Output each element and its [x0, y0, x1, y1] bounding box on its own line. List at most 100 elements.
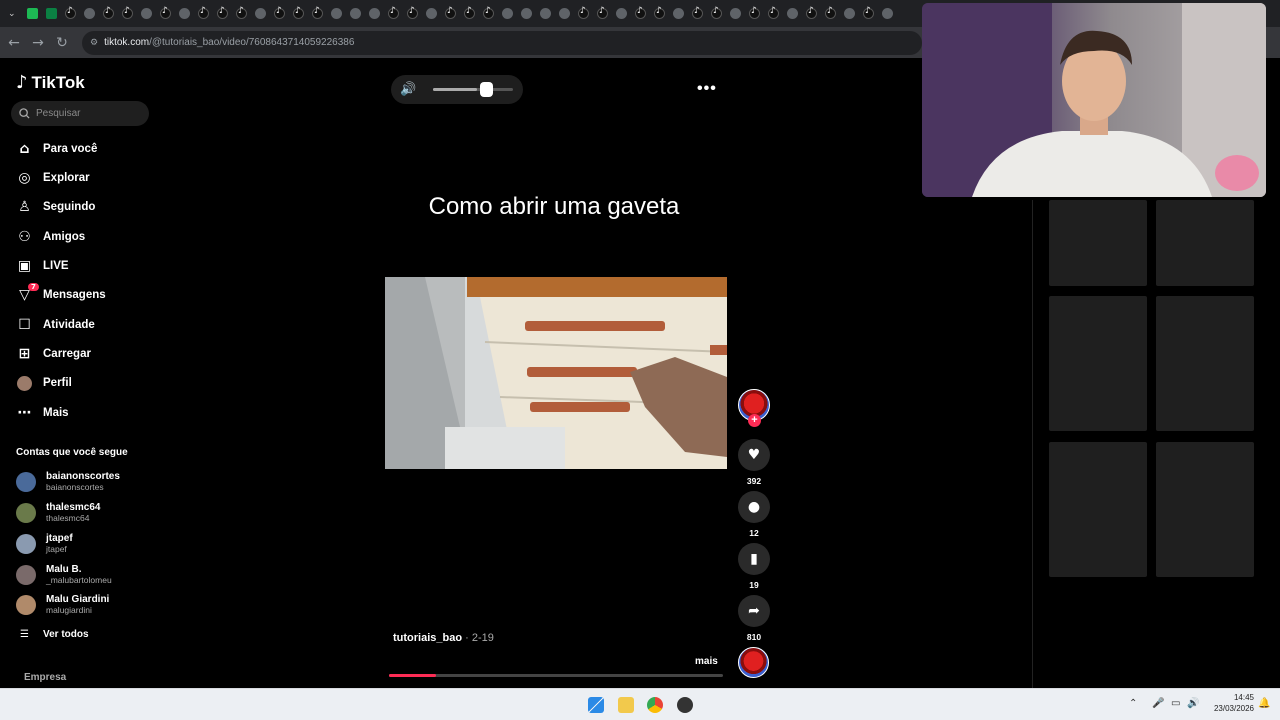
author-name[interactable]: tutoriais_bao: [393, 632, 462, 644]
tab-icon[interactable]: [137, 0, 156, 27]
sidebar-item-mais[interactable]: ⋯ Mais: [16, 402, 69, 424]
tab-icon[interactable]: [555, 0, 574, 27]
tab-icon[interactable]: [422, 0, 441, 27]
tab-icon[interactable]: [764, 0, 783, 27]
tab-icon[interactable]: [650, 0, 669, 27]
sidebar-item-perfil[interactable]: Perfil: [16, 372, 72, 394]
tab-icon[interactable]: [23, 0, 42, 27]
following-account[interactable]: jtapef jtapef: [16, 533, 73, 554]
tab-icon[interactable]: [194, 0, 213, 27]
tab-icon[interactable]: [859, 0, 878, 27]
share-button[interactable]: ➦ 810: [738, 595, 770, 642]
tab-icon[interactable]: [631, 0, 650, 27]
address-bar[interactable]: ⚙ tiktok.com/@tutoriais_bao/video/760864…: [82, 30, 922, 55]
see-all-link[interactable]: ☰ Ver todos: [20, 629, 89, 640]
tab-icon[interactable]: [327, 0, 346, 27]
sidebar-item-atividade[interactable]: ☐ Atividade: [16, 314, 95, 336]
related-video-tile[interactable]: [1049, 442, 1147, 577]
tab-icon[interactable]: [80, 0, 99, 27]
tab-icon[interactable]: [156, 0, 175, 27]
tray-chevron-up-icon[interactable]: ⌃: [1129, 698, 1137, 709]
search-input[interactable]: Pesquisar: [11, 101, 149, 126]
tab-icon[interactable]: [878, 0, 897, 27]
sound-disc-avatar[interactable]: [738, 647, 769, 678]
like-button[interactable]: ♥ 392: [738, 439, 770, 486]
tab-icon[interactable]: [232, 0, 251, 27]
volume-tray-icon[interactable]: 🔊: [1187, 698, 1199, 709]
following-account[interactable]: baianonscortes baianonscortes: [16, 471, 120, 492]
tab-icon[interactable]: [42, 0, 61, 27]
save-button[interactable]: ▮ 19: [738, 543, 770, 590]
following-account[interactable]: Malu Giardini malugiardini: [16, 594, 109, 615]
tab-icon[interactable]: [270, 0, 289, 27]
tab-icon[interactable]: [612, 0, 631, 27]
following-account[interactable]: thalesmc64 thalesmc64: [16, 502, 100, 523]
tiktok-logo[interactable]: ♪ TikTok: [16, 72, 85, 93]
obs-icon[interactable]: [677, 697, 693, 713]
tab-icon[interactable]: [289, 0, 308, 27]
tab-icon[interactable]: [61, 0, 80, 27]
chrome-icon[interactable]: [647, 697, 663, 713]
file-explorer-icon[interactable]: [618, 697, 634, 713]
tab-icon[interactable]: [688, 0, 707, 27]
reload-icon[interactable]: ↻: [50, 31, 74, 55]
related-video-tile[interactable]: [1049, 200, 1147, 286]
tab-icon[interactable]: [118, 0, 137, 27]
tab-icon[interactable]: [308, 0, 327, 27]
tab-icon[interactable]: [99, 0, 118, 27]
video-frame[interactable]: [385, 277, 727, 469]
related-video-tile[interactable]: [1156, 296, 1254, 431]
tab-icon[interactable]: [536, 0, 555, 27]
speaker-icon[interactable]: 🔊: [400, 82, 416, 97]
tab-icon[interactable]: [251, 0, 270, 27]
more-caption-link[interactable]: mais: [695, 656, 718, 667]
volume-slider[interactable]: [433, 88, 513, 91]
microphone-icon[interactable]: 🎤: [1152, 698, 1164, 709]
tab-list-chevron-icon[interactable]: ⌄: [4, 0, 23, 27]
network-icon[interactable]: ▭: [1171, 698, 1180, 709]
tab-icon[interactable]: [821, 0, 840, 27]
tab-icon[interactable]: [384, 0, 403, 27]
related-video-tile[interactable]: [1156, 200, 1254, 286]
tab-icon[interactable]: [783, 0, 802, 27]
site-info-icon[interactable]: ⚙: [90, 38, 98, 48]
tab-icon[interactable]: [213, 0, 232, 27]
sidebar-item-mensagens[interactable]: ▽ 7 Mensagens: [16, 282, 106, 306]
tab-icon[interactable]: [707, 0, 726, 27]
tab-icon[interactable]: [745, 0, 764, 27]
video-author[interactable]: tutoriais_bao · 2-19: [393, 632, 494, 644]
related-video-tile[interactable]: [1156, 442, 1254, 577]
tab-icon[interactable]: [840, 0, 859, 27]
tab-icon[interactable]: [403, 0, 422, 27]
tab-icon[interactable]: [175, 0, 194, 27]
tab-icon[interactable]: [517, 0, 536, 27]
tab-icon[interactable]: [479, 0, 498, 27]
volume-slider-handle[interactable]: [480, 82, 493, 97]
video-progress-bar[interactable]: [389, 674, 723, 677]
system-clock[interactable]: 14:45 23/03/2026: [1206, 692, 1254, 714]
volume-control[interactable]: 🔊: [391, 75, 523, 104]
tab-icon[interactable]: [365, 0, 384, 27]
following-account[interactable]: Malu B. _malubartolomeu: [16, 564, 112, 585]
tab-icon[interactable]: [460, 0, 479, 27]
windows-start-icon[interactable]: [588, 697, 604, 713]
footer-empresa-link[interactable]: Empresa: [24, 672, 66, 683]
tab-icon[interactable]: [669, 0, 688, 27]
sidebar-item-seguindo[interactable]: ♙ Seguindo: [16, 196, 95, 218]
tab-icon[interactable]: [498, 0, 517, 27]
tab-icon[interactable]: [346, 0, 365, 27]
tab-icon[interactable]: [441, 0, 460, 27]
sidebar-item-live[interactable]: ▣ LIVE: [16, 255, 69, 277]
sidebar-item-carregar[interactable]: ⊞ Carregar: [16, 343, 91, 365]
back-icon[interactable]: ←: [2, 31, 26, 55]
follow-plus-icon[interactable]: +: [748, 414, 761, 427]
tab-icon[interactable]: [726, 0, 745, 27]
forward-icon[interactable]: →: [26, 31, 50, 55]
sidebar-item-para-voce[interactable]: ⌂ Para você: [16, 138, 97, 160]
sidebar-item-explorar[interactable]: ◎ Explorar: [16, 167, 89, 189]
comment-button[interactable]: ● 12: [738, 491, 770, 538]
tab-icon[interactable]: [802, 0, 821, 27]
sidebar-item-amigos[interactable]: ⚇ Amigos: [16, 226, 85, 248]
tab-icon[interactable]: [574, 0, 593, 27]
related-video-tile[interactable]: [1049, 296, 1147, 431]
